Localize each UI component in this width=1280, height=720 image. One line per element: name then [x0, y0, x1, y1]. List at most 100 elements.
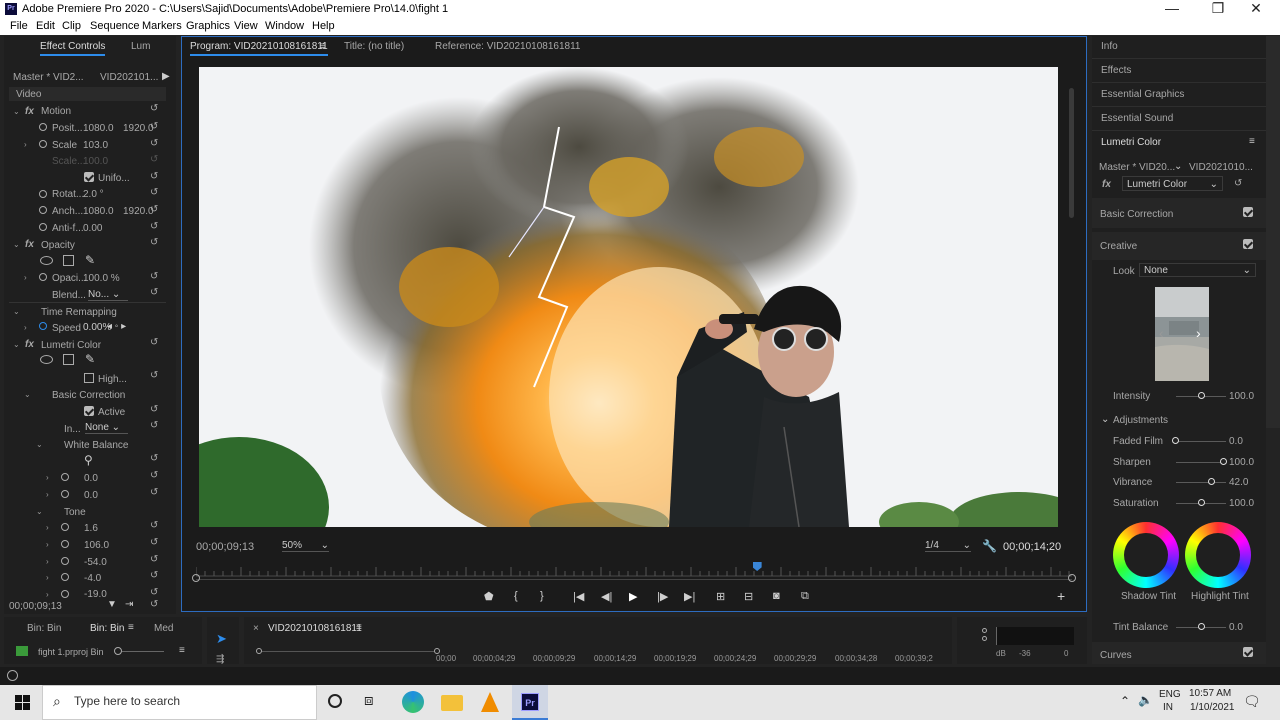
intensity-value[interactable]: 100.0	[1229, 391, 1254, 402]
creative-header[interactable]: Creative	[1100, 241, 1137, 252]
expand-icon[interactable]: ›	[24, 323, 27, 332]
tab-bin-1[interactable]: Bin: Bin	[27, 623, 61, 634]
whites-value[interactable]: -19.0	[84, 589, 107, 597]
menu-edit[interactable]: Edit	[36, 20, 55, 32]
language-label[interactable]: ENG	[1159, 689, 1181, 700]
list-view-icon[interactable]: ≡	[179, 645, 185, 656]
expand-icon[interactable]: ›	[46, 557, 49, 566]
basic-correction-expand-icon[interactable]: ⌄	[24, 390, 31, 399]
reset-icon[interactable]: ↺	[150, 488, 160, 498]
stopwatch-icon[interactable]	[61, 540, 69, 548]
show-hidden-icons-icon[interactable]: ⌃	[1120, 694, 1130, 708]
highlights-value[interactable]: -54.0	[84, 557, 107, 568]
mark-in-icon[interactable]: {	[514, 590, 518, 602]
faded-film-slider-handle[interactable]	[1172, 437, 1179, 444]
anchor-y-value[interactable]: 1920.0	[123, 206, 154, 217]
tab-title[interactable]: Title: (no title)	[344, 41, 404, 52]
step-back-icon[interactable]: ◀|	[601, 590, 612, 603]
reset-icon[interactable]: ↺	[150, 600, 160, 610]
menu-clip[interactable]: Clip	[62, 20, 81, 32]
stopwatch-icon[interactable]	[39, 322, 47, 330]
ellipse-mask-icon[interactable]	[40, 355, 53, 364]
temperature-value[interactable]: 0.0	[84, 473, 98, 484]
reset-icon[interactable]: ↺	[150, 104, 160, 114]
clock-time[interactable]: 10:57 AM	[1189, 688, 1231, 699]
opacity-value[interactable]: 100.0 %	[83, 273, 120, 284]
stopwatch-icon[interactable]	[39, 190, 47, 198]
notifications-icon[interactable]: 🗨	[1243, 693, 1261, 710]
eyedropper-icon[interactable]: ⚲	[84, 453, 93, 467]
blend-mode-dropdown[interactable]: No... ⌄	[88, 289, 128, 301]
bin-item-label[interactable]: fight 1.prproj Bin	[38, 647, 104, 657]
master-clip-label[interactable]: Master * VID2...	[13, 72, 84, 83]
stopwatch-icon[interactable]	[61, 523, 69, 531]
anchor-x-value[interactable]: 1080.0	[83, 206, 114, 217]
extract-icon[interactable]: ⊟	[744, 590, 753, 603]
shadow-tint-wheel[interactable]	[1113, 522, 1179, 588]
rotation-value[interactable]: 2.0 °	[83, 189, 104, 200]
high-dynamic-range-checkbox[interactable]	[84, 373, 94, 383]
expand-icon[interactable]: ›	[24, 273, 27, 282]
expand-icon[interactable]: ›	[46, 590, 49, 599]
lumetri-color-panel-title[interactable]: Lumetri Color	[1101, 137, 1161, 148]
opacity-expand-icon[interactable]: ⌄	[13, 240, 20, 249]
expand-icon[interactable]: ›	[46, 540, 49, 549]
input-lut-dropdown[interactable]: None ⌄	[85, 422, 128, 434]
curves-checkbox[interactable]	[1243, 647, 1253, 657]
expand-icon[interactable]: ›	[46, 490, 49, 499]
intensity-slider-handle[interactable]	[1198, 392, 1205, 399]
stopwatch-icon[interactable]	[61, 490, 69, 498]
rectangle-mask-icon[interactable]	[63, 354, 74, 365]
cortana-icon[interactable]	[328, 694, 342, 708]
expand-icon[interactable]: ›	[24, 140, 27, 149]
shadows-value[interactable]: -4.0	[84, 573, 101, 584]
menu-markers[interactable]: Markers	[142, 20, 182, 32]
vibrance-slider-handle[interactable]	[1208, 478, 1215, 485]
expand-icon[interactable]: ›	[46, 523, 49, 532]
essential-graphics-panel-tab[interactable]: Essential Graphics	[1101, 89, 1184, 100]
reset-icon[interactable]: ↺	[150, 222, 160, 232]
close-sequence-icon[interactable]: ×	[253, 623, 259, 634]
reset-icon[interactable]: ↺	[150, 139, 160, 149]
stopwatch-icon[interactable]	[61, 573, 69, 581]
filter-icon[interactable]: ▼	[107, 599, 117, 610]
minimize-button[interactable]: —	[1149, 0, 1195, 16]
reset-icon[interactable]: ↺	[150, 521, 160, 531]
program-timeline-ruler[interactable]	[195, 563, 1072, 577]
fx-icon[interactable]: fx	[25, 339, 34, 350]
next-look-icon[interactable]: ›	[1196, 325, 1201, 341]
chevron-down-icon[interactable]: ⌄	[1174, 161, 1182, 172]
export-icon[interactable]: ⇥	[125, 599, 133, 610]
zoom-slider-handle[interactable]	[114, 647, 122, 655]
essential-sound-panel-tab[interactable]: Essential Sound	[1101, 113, 1173, 124]
reset-icon[interactable]: ↺	[150, 205, 160, 215]
menu-window[interactable]: Window	[265, 20, 304, 32]
vibrance-value[interactable]: 42.0	[1229, 477, 1248, 488]
clip-name[interactable]: VID202101...	[100, 72, 158, 83]
windows-start-icon[interactable]	[15, 695, 30, 710]
menu-file[interactable]: File	[10, 20, 28, 32]
pen-mask-icon[interactable]: ✎	[85, 352, 95, 366]
right-scrollbar[interactable]	[1266, 36, 1280, 428]
clock-date[interactable]: 1/10/2021	[1190, 702, 1235, 713]
tab-bin-2[interactable]: Bin: Bin	[90, 623, 124, 634]
mark-out-icon[interactable]: }	[540, 590, 544, 602]
saturation-value[interactable]: 100.0	[1229, 498, 1254, 509]
playhead-timecode[interactable]: 00;00;09;13	[196, 541, 254, 553]
contrast-value[interactable]: 106.0	[84, 540, 109, 551]
menu-graphics[interactable]: Graphics	[186, 20, 230, 32]
tint-balance-slider-handle[interactable]	[1198, 623, 1205, 630]
tab-media-browser[interactable]: Med	[154, 623, 173, 634]
adjustments-expand-icon[interactable]: ⌄	[1101, 414, 1109, 425]
position-x-value[interactable]: 1080.0	[83, 123, 114, 134]
curves-header[interactable]: Curves	[1100, 650, 1132, 661]
lumetri-clip-name[interactable]: VID2021010...	[1189, 162, 1253, 173]
reset-icon[interactable]: ↺	[150, 338, 160, 348]
play-icon[interactable]: ▶	[629, 590, 637, 603]
status-indicator-icon[interactable]	[7, 670, 18, 681]
tab-reference[interactable]: Reference: VID20210108161811	[435, 41, 580, 52]
sequence-menu-icon[interactable]: ≡	[356, 622, 362, 633]
fx-icon[interactable]: fx	[25, 106, 34, 117]
white-balance-expand-icon[interactable]: ⌄	[36, 440, 43, 449]
close-button[interactable]: ✕	[1233, 0, 1279, 17]
